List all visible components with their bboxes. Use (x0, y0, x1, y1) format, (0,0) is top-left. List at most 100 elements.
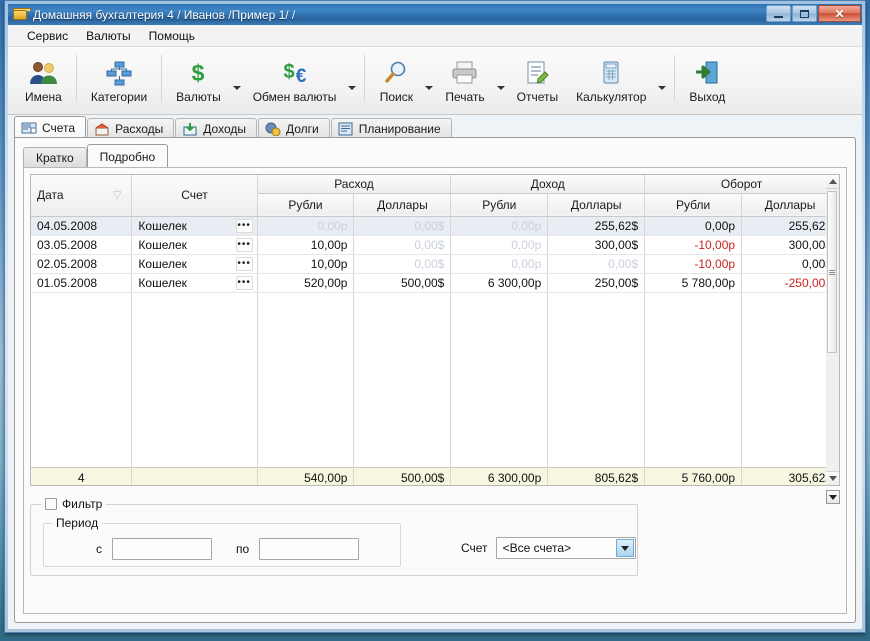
column-group-income[interactable]: Доход (450, 175, 646, 194)
svg-text:€: € (295, 66, 306, 86)
cell-income-rub: 0,00р (450, 254, 549, 274)
filter-checkbox[interactable] (45, 498, 57, 510)
subtab-detailed[interactable]: Подробно (86, 144, 169, 168)
period-from-label: с (96, 542, 102, 556)
calculator-icon (599, 58, 623, 88)
toolbar-button-categories[interactable]: Категории (82, 51, 156, 111)
period-from-input[interactable] (112, 538, 212, 560)
column-header-income-rub[interactable]: Рубли (450, 193, 549, 217)
content-panel: Кратко Подробно Дата ▽ Счет Расход Доход… (14, 137, 856, 623)
account-filter-value: <Все счета> (502, 541, 572, 555)
cell-date: 04.05.2008 (31, 216, 133, 236)
svg-text:$: $ (283, 61, 294, 83)
cell-turnover-usd: 300,00$ (741, 235, 839, 255)
column-header-date[interactable]: Дата ▽ (31, 175, 133, 217)
row-ellipsis-button[interactable]: ••• (235, 275, 253, 290)
folder-icon (13, 7, 31, 22)
printer-icon (450, 58, 480, 88)
scrollbar-thumb[interactable] (827, 191, 837, 353)
column-header-income-usd[interactable]: Доллары (547, 193, 646, 217)
toolbar-button-calculator[interactable]: Калькулятор (567, 51, 655, 111)
cell-expense-usd: 0,00$ (353, 235, 452, 255)
column-header-turnover-usd[interactable]: Доллары (741, 193, 839, 217)
toolbar-label-reports: Отчеты (516, 90, 559, 104)
tab-planning[interactable]: Планирование (330, 118, 452, 138)
menu-item-currencies[interactable]: Валюты (77, 27, 140, 45)
toolbar-button-currencies[interactable]: $ Валюты (167, 51, 230, 111)
scroll-up-button[interactable] (826, 175, 839, 189)
toolbar-button-exchange[interactable]: $ € Обмен валюты (244, 51, 346, 111)
close-button[interactable]: ✕ (818, 5, 861, 22)
toolbar-dropdown-search[interactable] (422, 51, 436, 111)
toolbar-dropdown-exchange[interactable] (345, 51, 359, 111)
main-tab-strip: Счета Расходы Доходы Долги Планирование (14, 116, 856, 138)
detailed-panel: Дата ▽ Счет Расход Доход Оборот Рубли До… (23, 167, 847, 614)
tab-expenses[interactable]: Расходы (87, 118, 175, 138)
toolbar-dropdown-calculator[interactable] (655, 51, 669, 111)
grid-vertical-scrollbar[interactable] (826, 174, 840, 486)
filter-checkbox-row[interactable]: Фильтр (41, 497, 107, 511)
cell-date: 01.05.2008 (31, 273, 133, 293)
tab-debts[interactable]: Долги (257, 118, 330, 138)
cell-expense-usd: 500,00$ (353, 273, 452, 293)
application-window: Домашняя бухгалтерия 4 / Иванов /Пример … (4, 0, 866, 633)
toolbar: Имена Категории $ Валюты $ € Обмен валют… (8, 47, 862, 115)
toolbar-separator (161, 55, 163, 101)
cell-date: 03.05.2008 (31, 235, 133, 255)
cell-total-income-usd: 805,62$ (547, 466, 646, 485)
tab-label-planning: Планирование (358, 121, 441, 136)
cell-account: Кошелек ••• (131, 273, 258, 293)
cell-total-expense-usd: 500,00$ (353, 466, 452, 485)
toolbar-button-exit[interactable]: Выход (680, 51, 734, 111)
column-header-account[interactable]: Счет (131, 175, 258, 217)
row-ellipsis-button[interactable]: ••• (235, 218, 253, 233)
toolbar-separator (674, 55, 676, 101)
maximize-button[interactable] (792, 5, 817, 22)
minimize-button[interactable] (766, 5, 791, 22)
window-frame: Домашняя бухгалтерия 4 / Иванов /Пример … (5, 1, 865, 632)
toolbar-label-print: Печать (445, 90, 485, 104)
scroll-down-button[interactable] (826, 471, 839, 485)
table-row[interactable]: 01.05.2008 Кошелек ••• 520,00р 500,00$ 6… (31, 273, 839, 293)
table-head: Дата ▽ Счет Расход Доход Оборот Рубли До… (31, 175, 839, 217)
sub-tab-strip: Кратко Подробно (23, 144, 169, 168)
column-group-turnover[interactable]: Оборот (644, 175, 839, 194)
row-ellipsis-button[interactable]: ••• (235, 256, 253, 271)
account-filter-select[interactable]: <Все счета> (495, 537, 636, 559)
table-row[interactable]: 02.05.2008 Кошелек ••• 10,00р 0,00$ 0,00… (31, 254, 839, 274)
toolbar-dropdown-currencies[interactable] (230, 51, 244, 111)
title-bar: Домашняя бухгалтерия 4 / Иванов /Пример … (8, 4, 862, 25)
period-label: Период (52, 516, 103, 530)
panel-scroll-down-button[interactable] (826, 490, 840, 504)
column-header-expense-rub[interactable]: Рубли (257, 193, 355, 217)
subtab-brief[interactable]: Кратко (23, 147, 87, 168)
column-header-expense-usd[interactable]: Доллары (353, 193, 452, 217)
tab-accounts[interactable]: Счета (14, 116, 87, 138)
filter-group: Фильтр Период с по Счет <Все счета> (30, 497, 638, 576)
period-group: Период с по (43, 516, 401, 567)
toolbar-separator (75, 55, 77, 101)
cell-expense-usd: 0,00$ (353, 216, 452, 236)
toolbar-button-names[interactable]: Имена (16, 51, 71, 111)
menu-item-service[interactable]: Сервис (18, 27, 77, 45)
chevron-down-icon[interactable] (615, 539, 634, 557)
column-header-turnover-rub[interactable]: Рубли (644, 193, 743, 217)
cell-expense-rub: 0,00р (257, 216, 355, 236)
toolbar-dropdown-print[interactable] (494, 51, 508, 111)
table-body: 04.05.2008 Кошелек ••• 0,00р 0,00$ 0,00р… (31, 216, 839, 485)
table-empty-space (31, 292, 839, 467)
menu-item-help[interactable]: Помощь (140, 27, 204, 45)
cell-total-turnover-rub: 5 760,00р (644, 466, 743, 485)
tab-incomes[interactable]: Доходы (175, 118, 257, 138)
svg-text:$: $ (192, 60, 205, 86)
toolbar-button-print[interactable]: Печать (436, 51, 493, 111)
toolbar-button-search[interactable]: Поиск (370, 51, 422, 111)
period-to-input[interactable] (259, 538, 360, 560)
column-group-expense[interactable]: Расход (257, 175, 452, 194)
categories-tree-icon (105, 58, 133, 88)
row-ellipsis-button[interactable]: ••• (235, 237, 253, 252)
account-filter-row: Счет <Все счета> (461, 537, 636, 559)
toolbar-button-reports[interactable]: Отчеты (508, 51, 567, 111)
table-row[interactable]: 04.05.2008 Кошелек ••• 0,00р 0,00$ 0,00р… (31, 216, 839, 236)
table-row[interactable]: 03.05.2008 Кошелек ••• 10,00р 0,00$ 0,00… (31, 235, 839, 255)
